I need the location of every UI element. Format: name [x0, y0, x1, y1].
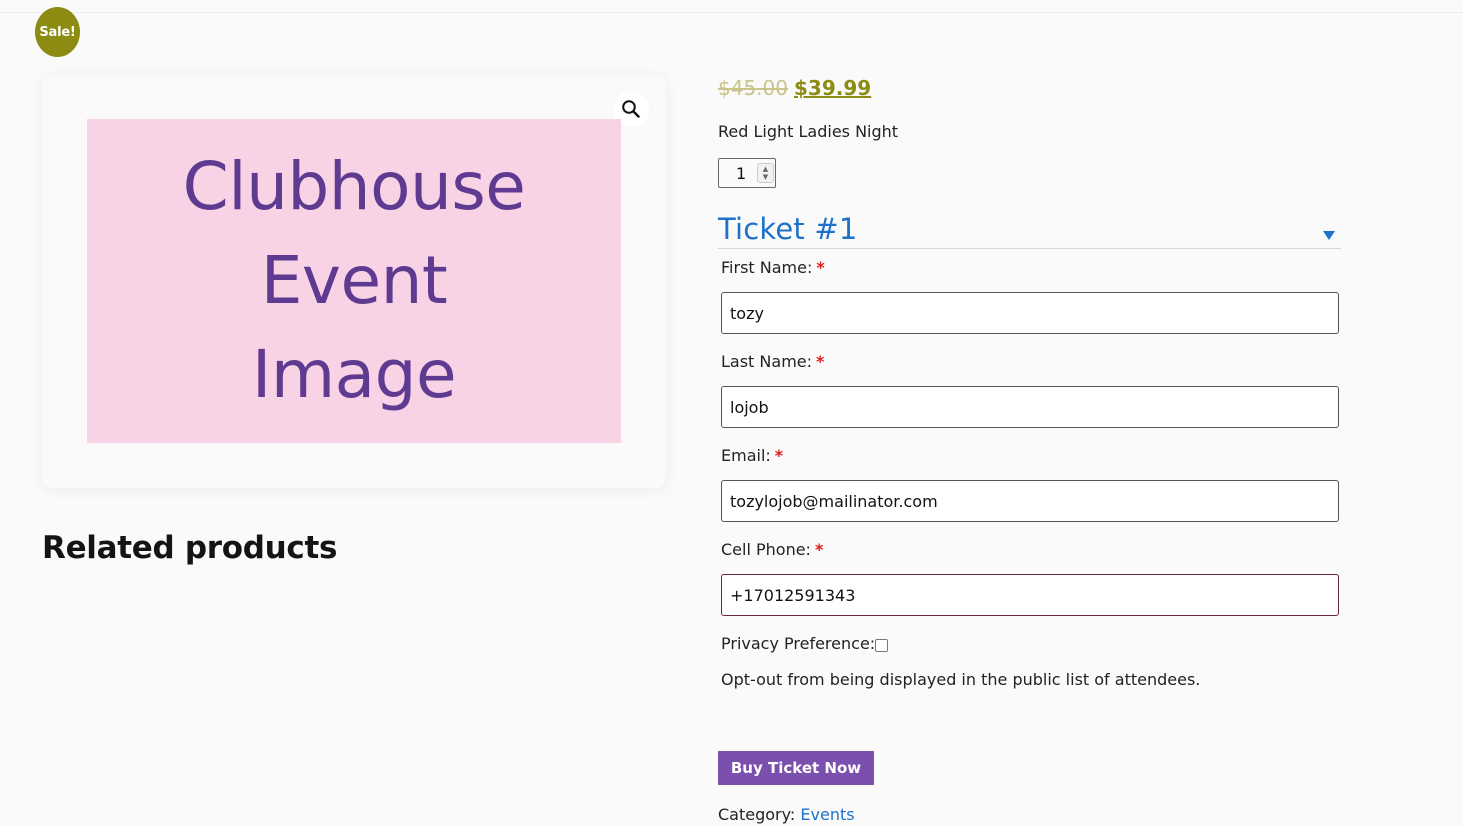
ticket-title: Ticket #1	[718, 212, 858, 246]
quantity-spinner[interactable]: ▲ ▼	[757, 163, 774, 183]
first-name-field[interactable]: tozy	[721, 292, 1339, 334]
sale-price: $39.99	[793, 76, 872, 100]
magnifier-icon	[622, 100, 640, 118]
caret-down-icon[interactable]	[1323, 231, 1335, 240]
last-name-field[interactable]: lojob	[721, 386, 1339, 428]
header-divider	[0, 12, 1463, 13]
privacy-checkbox[interactable]	[875, 639, 889, 652]
optout-description: Opt-out from being displayed in the publ…	[721, 670, 1201, 689]
email-value: tozylojob@mailinator.com	[730, 491, 938, 511]
image-text-line-2: Event	[260, 242, 448, 319]
category-link-events[interactable]: Events	[800, 805, 854, 824]
regular-price: $45.00	[718, 76, 788, 100]
cell-phone-value: +17012591343	[730, 585, 856, 605]
last-name-label-text: Last Name:	[721, 352, 813, 371]
related-products-heading: Related products	[42, 530, 338, 566]
buy-ticket-button[interactable]: Buy Ticket Now	[718, 751, 874, 785]
cell-phone-label: Cell Phone: *	[721, 540, 823, 559]
product-gallery: Clubhouse Event Image	[42, 75, 666, 488]
required-mark: *	[816, 258, 825, 277]
category-label: Category:	[718, 805, 796, 824]
last-name-label: Last Name: *	[721, 352, 824, 371]
price: $45.00 $39.99	[718, 76, 871, 100]
cell-phone-field[interactable]: +17012591343	[721, 574, 1339, 616]
required-mark: *	[774, 446, 784, 465]
product-image[interactable]: Clubhouse Event Image	[87, 119, 621, 443]
quantity-value[interactable]: 1	[736, 164, 756, 183]
ticket-accordion-header[interactable]: Ticket #1	[718, 212, 1341, 249]
chevron-down-icon[interactable]: ▼	[763, 173, 768, 181]
privacy-preference: Privacy Preference:	[721, 634, 889, 653]
email-field[interactable]: tozylojob@mailinator.com	[721, 480, 1339, 522]
event-name: Red Light Ladies Night	[718, 122, 899, 141]
first-name-label-text: First Name:	[721, 258, 813, 277]
required-mark: *	[816, 352, 825, 371]
cell-phone-label-text: Cell Phone:	[721, 540, 811, 559]
sale-badge: Sale!	[35, 7, 80, 57]
quantity-stepper[interactable]: 1 ▲ ▼	[718, 158, 776, 188]
required-mark: *	[814, 540, 824, 559]
first-name-value: tozy	[730, 303, 764, 323]
privacy-label: Privacy Preference:	[721, 634, 876, 653]
chevron-up-icon[interactable]: ▲	[763, 165, 768, 173]
email-label-text: Email:	[721, 446, 771, 465]
last-name-value: lojob	[730, 397, 769, 417]
first-name-label: First Name: *	[721, 258, 825, 277]
product-category: Category: Events	[718, 805, 855, 824]
image-text-line-3: Image	[251, 336, 457, 413]
image-text-line-1: Clubhouse	[182, 148, 526, 225]
email-label: Email: *	[721, 446, 783, 465]
